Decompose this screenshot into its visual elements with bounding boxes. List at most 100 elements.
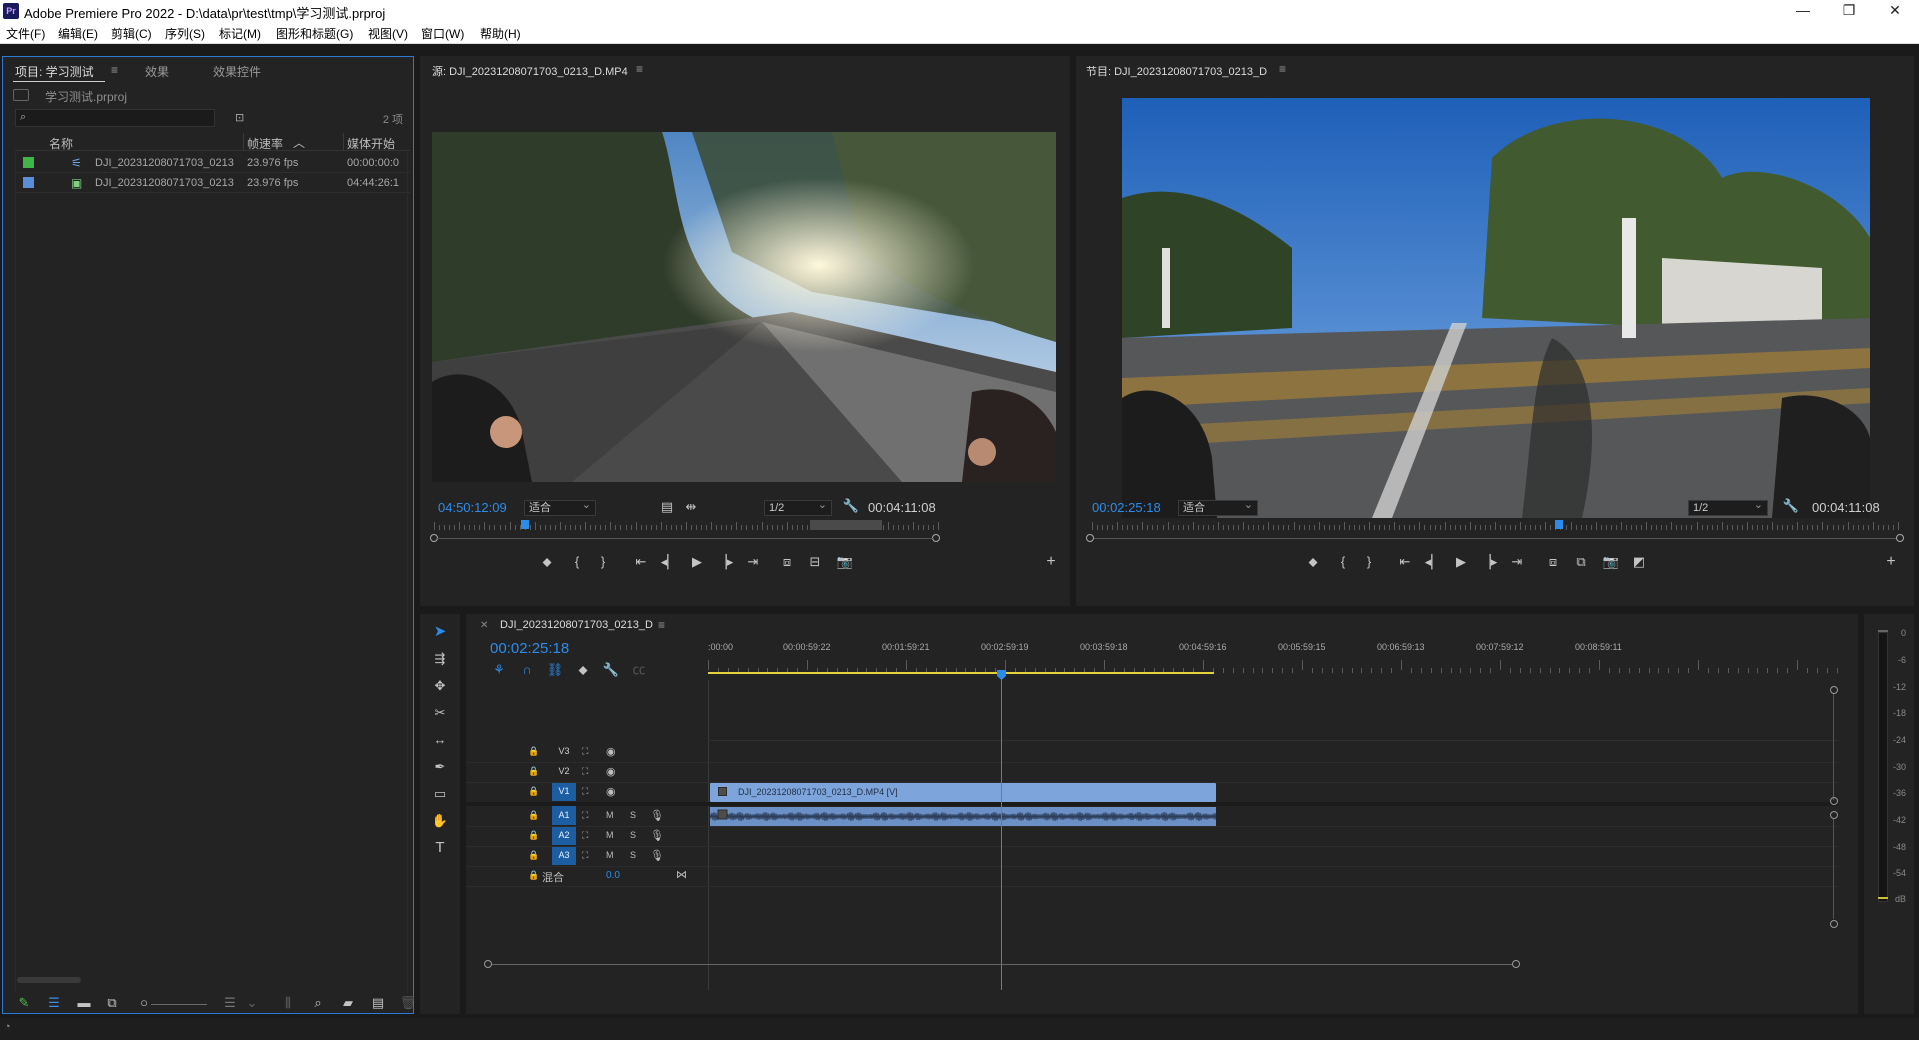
sync-lock-icon[interactable]: ⛶ [582,850,588,861]
close-sequence-icon[interactable]: ✕ [480,620,488,631]
mark-in-icon[interactable]: { [1334,554,1352,570]
sync-lock-icon[interactable]: ⛶ [582,830,588,841]
program-menu-icon[interactable]: ≡ [1279,62,1286,76]
program-fit-select[interactable]: 适合 [1178,498,1258,516]
eye-icon[interactable]: ◉ [606,785,616,798]
snap-icon[interactable]: ∩ [518,662,536,678]
timeline-playhead-line[interactable] [1001,672,1002,990]
program-current-timecode[interactable]: 00:02:25:18 [1092,500,1161,515]
insert-icon[interactable]: ⧈ [778,554,796,570]
chevron-down-icon[interactable]: ⌄ [243,995,261,1011]
video-clip[interactable]: DJI_20231208071703_0213_D.MP4 [V] [710,783,1216,802]
menu-help[interactable]: 帮助(H) [480,25,521,42]
drag-video-audio-icon[interactable]: ⇹ [682,499,700,515]
close-button[interactable]: ✕ [1872,0,1918,22]
microphone-icon[interactable]: 🎙 [650,829,664,842]
track-label-v3[interactable]: V3 [552,742,576,761]
timeline-zoom-handle-right[interactable] [1512,960,1520,968]
step-back-icon[interactable]: ◂▏ [660,554,678,570]
lock-icon[interactable]: 🔒 [528,746,539,757]
track-select-tool-icon[interactable]: ⇶ [431,651,449,667]
source-resolution-select[interactable]: 1/2 [764,498,832,516]
tab-project[interactable]: 项目: 学习测试 [15,63,94,80]
work-area-bar[interactable] [708,672,1214,674]
track-label-v2[interactable]: V2 [552,762,576,781]
audio-clip[interactable] [710,807,1216,826]
video-scroll-track[interactable] [1833,694,1834,800]
add-marker-icon[interactable]: ⬥ [1304,554,1322,570]
sync-lock-icon[interactable]: ⛶ [582,746,588,757]
clear-icon[interactable]: 🗑 [399,995,417,1011]
step-forward-icon[interactable]: ▕▸ [716,554,734,570]
go-to-out-icon[interactable]: ⇥ [744,554,762,570]
timeline-zoom-handle-left[interactable] [484,960,492,968]
timeline-timecode[interactable]: 00:02:25:18 [490,640,569,657]
microphone-icon[interactable]: 🎙 [650,809,664,822]
minimize-button[interactable]: — [1780,0,1826,22]
program-zoom-handle-right[interactable] [1896,534,1904,542]
go-to-in-icon[interactable]: ⇤ [1396,554,1414,570]
slip-tool-icon[interactable]: ↔ [431,732,449,748]
zoom-slider-handle[interactable]: ○ [135,995,153,1011]
menu-window[interactable]: 窗口(W) [421,25,464,42]
zoom-slider-track[interactable] [151,1004,207,1005]
new-item-icon[interactable]: ▤ [369,995,387,1011]
go-to-out-icon[interactable]: ⇥ [1508,554,1526,570]
project-search-input[interactable]: ⌕ [15,109,215,127]
comparison-view-icon[interactable]: ◩ [1630,554,1648,570]
eye-icon[interactable]: ◉ [606,765,616,778]
step-back-icon[interactable]: ◂▏ [1424,554,1442,570]
ripple-edit-tool-icon[interactable]: ✥ [431,678,449,694]
lock-icon[interactable]: 🔒 [528,850,539,861]
audio-scroll-track[interactable] [1833,819,1834,919]
program-time-ruler[interactable] [1092,520,1899,536]
program-resolution-select[interactable]: 1/2 [1688,498,1768,516]
menu-graphics[interactable]: 图形和标题(G) [276,25,353,42]
program-zoom-bar[interactable] [1094,538,1896,539]
video-scroll-handle[interactable] [1830,686,1838,694]
track-label-a2[interactable]: A2 [552,826,576,845]
tab-effects[interactable]: 效果 [145,63,169,80]
mark-out-icon[interactable]: } [1360,554,1378,570]
track-label-a1[interactable]: A1 [552,806,576,825]
find-icon[interactable]: ⌕ [309,995,327,1011]
solo-button[interactable]: S [630,850,636,860]
column-fps[interactable]: 帧速率 [247,135,283,152]
menu-sequence[interactable]: 序列(S) [165,25,205,42]
add-marker-icon[interactable]: ⬥ [574,662,592,678]
step-forward-icon[interactable]: ▕▸ [1480,554,1498,570]
mark-out-icon[interactable]: } [594,554,612,570]
column-name[interactable]: 名称 [49,135,73,152]
audio-scroll-handle[interactable] [1830,920,1838,928]
source-playhead[interactable] [520,520,529,529]
pen-tool-icon[interactable]: ✒ [431,759,449,775]
program-title[interactable]: 节目: DJI_20231208071703_0213_D [1086,63,1267,79]
selection-tool-icon[interactable]: ➤ [431,624,449,640]
solo-button[interactable]: S [630,810,636,820]
eye-icon[interactable]: ◉ [606,745,616,758]
pencil-icon[interactable]: ✎ [15,995,33,1011]
source-fit-select[interactable]: 适合 [524,498,596,516]
sync-lock-icon[interactable]: ⛶ [582,786,588,797]
automate-to-sequence-icon[interactable]: ⫼ [279,995,297,1011]
video-scroll-handle[interactable] [1830,797,1838,805]
list-view-icon[interactable]: ☰ [45,995,63,1011]
lock-icon[interactable]: 🔒 [528,810,539,821]
wrench-icon[interactable]: 🔧 [602,662,620,678]
program-zoom-handle-left[interactable] [1086,534,1094,542]
horizontal-scrollbar[interactable] [17,977,81,983]
freeform-view-icon[interactable]: ⧉ [103,995,121,1011]
play-icon[interactable]: ▶ [1452,554,1470,570]
maximize-button[interactable]: ❐ [1826,0,1872,22]
sequence-tab[interactable]: DJI_20231208071703_0213_D [500,619,653,631]
lift-icon[interactable]: ⧈ [1544,554,1562,570]
razor-tool-icon[interactable]: ✂ [431,705,449,721]
project-menu-icon[interactable]: ≡ [111,63,118,77]
track-label-v1[interactable]: V1 [552,782,576,801]
menu-view[interactable]: 视图(V) [368,25,408,42]
wrench-icon[interactable]: 🔧 [1782,498,1800,514]
nest-icon[interactable]: ⚘ [490,662,508,678]
list-item[interactable]: ⚟ DJI_20231208071703_0213 23.976 fps 00:… [15,153,410,173]
rectangle-tool-icon[interactable]: ▭ [431,786,449,802]
new-search-bin-icon[interactable]: ⊡ [235,111,244,124]
